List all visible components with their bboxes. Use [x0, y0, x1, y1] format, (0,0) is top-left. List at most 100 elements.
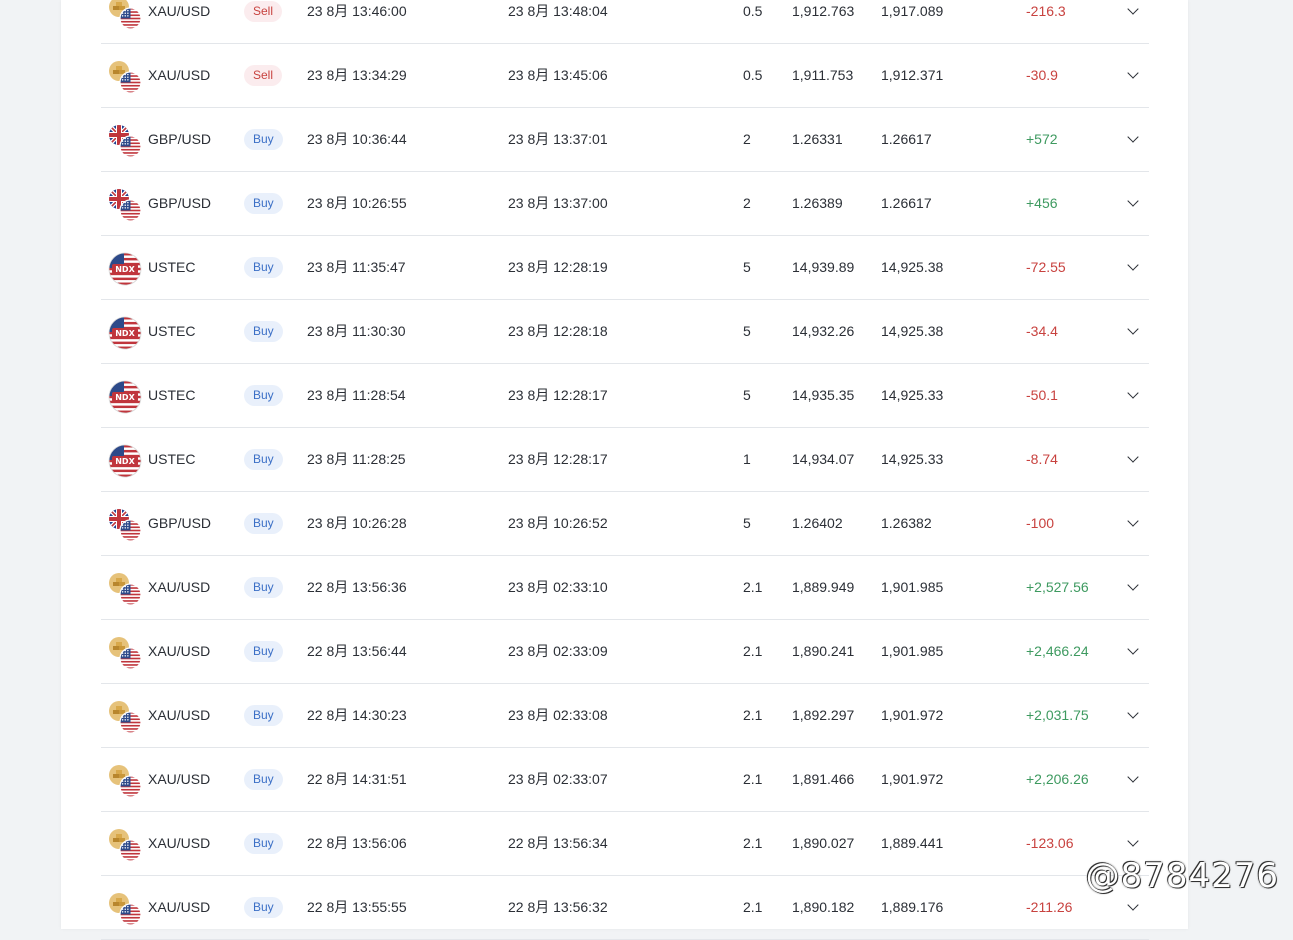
symbol: GBP/USD	[148, 131, 212, 147]
gold-usd-icon	[108, 60, 142, 94]
trade-row[interactable]: XAU/USD Buy 22 8月 14:30:23 23 8月 02:33:08 2.…	[101, 684, 1149, 748]
trade-row[interactable]: GBP/USD Buy 23 8月 10:26:55 23 8月 13:37:00 2 1…	[101, 172, 1149, 236]
expand-row-button[interactable]	[1119, 620, 1147, 683]
instrument-icon-cell	[108, 620, 142, 683]
open-time: 23 8月 10:26:28	[307, 515, 407, 531]
symbol: XAU/USD	[148, 707, 211, 723]
open-time: 22 8月 13:56:44	[307, 643, 407, 659]
profit-loss: +2,206.26	[1026, 771, 1089, 787]
close-price: 1,912.371	[881, 67, 944, 83]
trade-row[interactable]: GBP/USD Buy 23 8月 10:26:28 23 8月 10:26:52 5 1…	[101, 492, 1149, 556]
volume: 2.1	[743, 899, 763, 915]
svg-text:NDX: NDX	[115, 329, 135, 338]
side-cell: Buy	[244, 812, 283, 875]
profit-loss: -30.9	[1026, 67, 1058, 83]
instrument-icon-cell: NDX	[108, 428, 142, 491]
side-badge: Buy	[244, 640, 283, 662]
expand-row-button[interactable]	[1119, 0, 1147, 43]
trade-row[interactable]: NDX USTEC Buy 23 8月 11:30:30 23 8月 12:28:18 5…	[101, 300, 1149, 364]
expand-row-button[interactable]	[1119, 492, 1147, 555]
side-badge: Buy	[244, 576, 283, 598]
symbol: GBP/USD	[148, 195, 212, 211]
open-time: 22 8月 13:56:06	[307, 835, 407, 851]
expand-row-button[interactable]	[1119, 300, 1147, 363]
side-cell: Buy	[244, 620, 283, 683]
expand-row-button[interactable]	[1119, 684, 1147, 747]
symbol: XAU/USD	[148, 835, 211, 851]
symbol: USTEC	[148, 259, 196, 275]
gbp-usd-flag-icon	[108, 188, 142, 222]
close-time: 23 8月 13:45:06	[508, 67, 608, 83]
side-badge: Buy	[244, 448, 283, 470]
gold-usd-icon	[108, 0, 142, 30]
ndx-us-flag-icon: NDX	[108, 252, 142, 286]
gbp-usd-flag-icon	[108, 124, 142, 158]
expand-row-button[interactable]	[1119, 44, 1147, 107]
open-time: 23 8月 11:30:30	[307, 323, 406, 339]
expand-row-button[interactable]	[1119, 236, 1147, 299]
trade-row[interactable]: XAU/USD Buy 22 8月 13:56:44 23 8月 02:33:09 2.…	[101, 620, 1149, 684]
open-time: 23 8月 10:36:44	[307, 131, 407, 147]
expand-row-button[interactable]	[1119, 172, 1147, 235]
side-cell: Buy	[244, 684, 283, 747]
side-badge: Buy	[244, 512, 283, 534]
trade-row[interactable]: GBP/USD Buy 23 8月 10:36:44 23 8月 13:37:01 2 1…	[101, 108, 1149, 172]
close-price: 1,901.972	[881, 707, 944, 723]
volume: 2	[743, 131, 751, 147]
side-badge: Buy	[244, 256, 283, 278]
close-time: 23 8月 02:33:07	[508, 771, 608, 787]
instrument-icon-cell	[108, 0, 142, 43]
expand-row-button[interactable]	[1119, 108, 1147, 171]
gold-usd-icon	[108, 892, 142, 926]
trade-row[interactable]: XAU/USD Buy 22 8月 13:55:55 22 8月 13:56:32 2.…	[101, 876, 1149, 940]
open-time: 23 8月 13:34:29	[307, 67, 407, 83]
open-price: 1,890.241	[792, 643, 855, 659]
volume: 2.1	[743, 771, 763, 787]
profit-loss: -50.1	[1026, 387, 1058, 403]
trade-row[interactable]: XAU/USD Sell 23 8月 13:34:29 23 8月 13:45:06 0…	[101, 44, 1149, 108]
trade-row[interactable]: XAU/USD Buy 22 8月 13:56:06 22 8月 13:56:34 2.…	[101, 812, 1149, 876]
open-time: 23 8月 11:35:47	[307, 259, 406, 275]
profit-loss: +572	[1026, 131, 1058, 147]
trade-row[interactable]: NDX USTEC Buy 23 8月 11:35:47 23 8月 12:28:19 5…	[101, 236, 1149, 300]
close-price: 1.26617	[881, 195, 932, 211]
profit-loss: +2,466.24	[1026, 643, 1089, 659]
open-price: 14,935.35	[792, 387, 855, 403]
close-price: 14,925.33	[881, 451, 944, 467]
open-price: 14,939.89	[792, 259, 855, 275]
close-time: 23 8月 02:33:09	[508, 643, 608, 659]
side-cell: Buy	[244, 748, 283, 811]
symbol: USTEC	[148, 323, 196, 339]
trade-row[interactable]: NDX USTEC Buy 23 8月 11:28:54 23 8月 12:28:17 5…	[101, 364, 1149, 428]
expand-row-button[interactable]	[1119, 428, 1147, 491]
chevron-down-icon	[1127, 899, 1139, 911]
close-time: 23 8月 02:33:10	[508, 579, 608, 595]
side-badge: Buy	[244, 704, 283, 726]
side-cell: Buy	[244, 300, 283, 363]
chevron-down-icon	[1127, 387, 1139, 399]
open-price: 1,912.763	[792, 3, 855, 19]
gbp-usd-flag-icon	[108, 508, 142, 542]
expand-row-button[interactable]	[1119, 556, 1147, 619]
trade-row[interactable]: NDX USTEC Buy 23 8月 11:28:25 23 8月 12:28:17 1…	[101, 428, 1149, 492]
watermark: @8784276	[1085, 856, 1279, 896]
side-cell: Buy	[244, 108, 283, 171]
chevron-down-icon	[1127, 323, 1139, 335]
close-time: 23 8月 02:33:08	[508, 707, 608, 723]
trade-row[interactable]: XAU/USD Buy 22 8月 14:31:51 23 8月 02:33:07 2.…	[101, 748, 1149, 812]
expand-row-button[interactable]	[1119, 364, 1147, 427]
chevron-down-icon	[1127, 771, 1139, 783]
close-price: 14,925.33	[881, 387, 944, 403]
side-badge: Sell	[244, 64, 283, 86]
side-cell: Buy	[244, 556, 283, 619]
profit-loss: -34.4	[1026, 323, 1058, 339]
chevron-down-icon	[1127, 707, 1139, 719]
open-price: 1,890.027	[792, 835, 855, 851]
chevron-down-icon	[1127, 195, 1139, 207]
expand-row-button[interactable]	[1119, 748, 1147, 811]
open-price: 1,892.297	[792, 707, 855, 723]
open-time: 22 8月 13:55:55	[307, 899, 407, 915]
trade-row[interactable]: XAU/USD Buy 22 8月 13:56:36 23 8月 02:33:10 2.…	[101, 556, 1149, 620]
side-badge: Sell	[244, 0, 283, 22]
trade-row[interactable]: XAU/USD Sell 23 8月 13:46:00 23 8月 13:48:04 0…	[101, 0, 1149, 44]
